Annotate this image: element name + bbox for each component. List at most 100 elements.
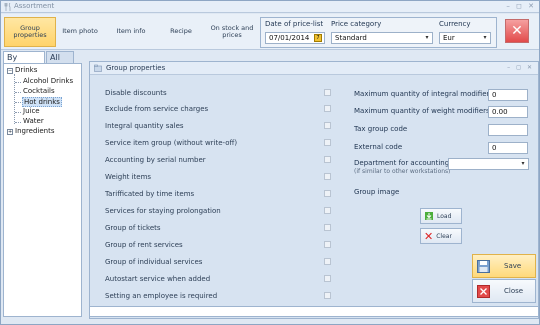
- tree-connector: [15, 102, 21, 103]
- property-label: Weight items: [105, 173, 152, 181]
- department-label: Department for accounting: [354, 159, 450, 167]
- property-checkbox[interactable]: [324, 173, 331, 180]
- window-title: Assortment: [14, 2, 55, 10]
- app-icon: [4, 3, 11, 11]
- panel-controls[interactable]: – ◻ ✕: [507, 64, 534, 71]
- property-checkbox[interactable]: [324, 224, 331, 231]
- property-label: Tarifficated by time items: [105, 190, 195, 198]
- download-icon: [425, 212, 433, 220]
- property-checkbox[interactable]: [324, 190, 331, 197]
- tree-connector: [15, 122, 21, 123]
- property-list: Disable discounts Exclude from service c…: [100, 82, 432, 318]
- property-row: Setting an employee is required: [100, 289, 430, 305]
- load-label: Load: [437, 212, 452, 220]
- property-label: Group of individual services: [105, 258, 203, 266]
- expand-icon[interactable]: +: [7, 129, 13, 135]
- floppy-icon: [477, 259, 490, 273]
- tree-node-ingredients[interactable]: Ingredients: [15, 127, 55, 135]
- toolbar: Group properties Item photo Item info Re…: [1, 14, 539, 50]
- tree-node-hot-drinks[interactable]: Hot drinks: [22, 97, 62, 107]
- tax-group-input[interactable]: [488, 124, 528, 136]
- max-integral-label: Maximum quantity of integral modifiers: [354, 90, 494, 98]
- price-category-label: Price category: [331, 20, 382, 28]
- property-checkbox[interactable]: [324, 258, 331, 265]
- tree-connector: [15, 82, 21, 83]
- max-weight-input[interactable]: 0.00: [488, 106, 528, 118]
- property-checkbox[interactable]: [324, 292, 331, 299]
- price-settings-group: Date of price-list 07/01/2014 7 Price ca…: [260, 17, 497, 48]
- department-hint: (if similar to other workstations): [354, 168, 451, 175]
- property-label: Services for staying prolongation: [105, 207, 221, 215]
- clear-image-button[interactable]: ✕ Clear: [420, 228, 462, 244]
- chevron-down-icon[interactable]: ▾: [423, 33, 431, 43]
- status-bar: [89, 306, 539, 317]
- external-code-input[interactable]: 0: [488, 142, 528, 154]
- calendar-icon[interactable]: 7: [314, 34, 322, 42]
- property-checkbox[interactable]: [324, 275, 331, 282]
- currency-value: Eur: [443, 34, 455, 42]
- tree-node-alcohol-drinks[interactable]: Alcohol Drinks: [23, 77, 73, 85]
- max-weight-label: Maximum quantity of weight modifiers: [354, 107, 490, 115]
- property-checkbox[interactable]: [324, 105, 331, 112]
- currency-label: Currency: [439, 20, 471, 28]
- external-code-label: External code: [354, 143, 403, 151]
- tree-node-juice[interactable]: Juice: [23, 107, 40, 115]
- save-button[interactable]: Save: [472, 254, 536, 278]
- group-tree: − Drinks Alcohol Drinks Cocktails Hot dr…: [3, 63, 82, 317]
- clear-icon: ✕: [424, 229, 434, 243]
- close-icon: ✕: [511, 23, 523, 39]
- tree-node-cocktails[interactable]: Cocktails: [23, 87, 55, 95]
- property-label: Service item group (without write-off): [105, 139, 238, 147]
- property-label: Accounting by serial number: [105, 156, 206, 164]
- property-label: Group of tickets: [105, 224, 161, 232]
- item-info-button[interactable]: Item info: [107, 17, 155, 47]
- department-select[interactable]: ▾: [448, 158, 529, 170]
- on-stock-prices-button[interactable]: On stock and prices: [207, 17, 257, 47]
- property-checkbox[interactable]: [324, 122, 331, 129]
- panel-title: Group properties: [106, 64, 166, 72]
- property-label: Disable discounts: [105, 89, 167, 97]
- property-row: Group of rent services: [100, 238, 430, 254]
- close-window-button[interactable]: ✕: [505, 19, 529, 43]
- property-row: Group of tickets: [100, 221, 430, 237]
- group-properties-panel: Group properties – ◻ ✕ Disable discounts…: [89, 61, 539, 319]
- title-bar: Assortment – ◻ ✕: [1, 1, 539, 13]
- chevron-down-icon[interactable]: ▾: [519, 159, 527, 169]
- property-label: Setting an employee is required: [105, 292, 218, 300]
- currency-select[interactable]: Eur ▾: [439, 32, 491, 44]
- tree-node-water[interactable]: Water: [23, 117, 44, 125]
- group-properties-button[interactable]: Group properties: [4, 17, 56, 47]
- property-row: Autostart service when added: [100, 272, 430, 288]
- property-checkbox[interactable]: [324, 207, 331, 214]
- property-row: Group of individual services: [100, 255, 430, 271]
- recipe-button[interactable]: Recipe: [159, 17, 203, 47]
- property-checkbox[interactable]: [324, 156, 331, 163]
- tab-all-list[interactable]: All list: [46, 51, 74, 71]
- tree-connector: [15, 112, 21, 113]
- property-label: Group of rent services: [105, 241, 183, 249]
- price-date-label: Date of price-list: [265, 20, 324, 28]
- item-photo-button[interactable]: Item photo: [58, 17, 102, 47]
- chevron-down-icon[interactable]: ▾: [481, 33, 489, 43]
- tax-group-label: Tax group code: [354, 125, 408, 133]
- property-label: Integral quantity sales: [105, 122, 184, 130]
- tree-node-drinks[interactable]: Drinks: [15, 66, 37, 74]
- tab-by-groups[interactable]: By groups: [3, 51, 45, 71]
- price-date-value: 07/01/2014: [269, 34, 310, 42]
- assortment-window: Assortment – ◻ ✕ Group properties Item p…: [0, 0, 540, 325]
- collapse-icon[interactable]: −: [7, 68, 13, 74]
- max-integral-input[interactable]: 0: [488, 89, 528, 101]
- window-controls[interactable]: – ◻ ✕: [506, 2, 536, 10]
- price-date-field[interactable]: 07/01/2014 7: [265, 32, 325, 44]
- price-category-select[interactable]: Standard ▾: [331, 32, 433, 44]
- load-image-button[interactable]: Load: [420, 208, 462, 224]
- close-button[interactable]: Close: [472, 279, 536, 303]
- clear-label: Clear: [436, 232, 452, 240]
- tree-connector: [15, 92, 21, 93]
- folder-icon: [94, 64, 102, 72]
- property-checkbox[interactable]: [324, 241, 331, 248]
- property-label: Autostart service when added: [105, 275, 211, 283]
- property-checkbox[interactable]: [324, 89, 331, 96]
- property-checkbox[interactable]: [324, 139, 331, 146]
- panel-header: Group properties – ◻ ✕: [90, 62, 538, 75]
